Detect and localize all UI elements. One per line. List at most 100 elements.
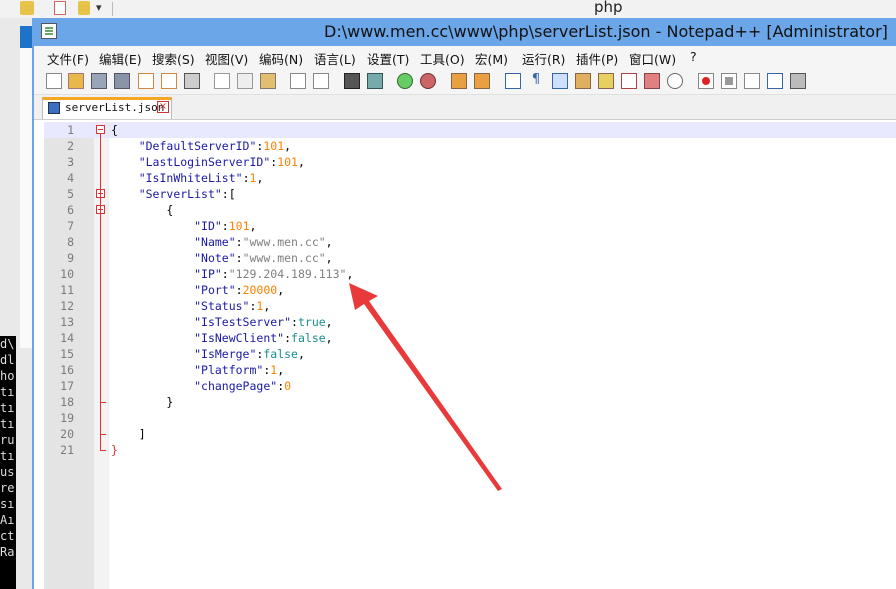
line-number: 18 [60, 395, 74, 409]
code-line[interactable]: 12 "Status":1, [44, 298, 896, 314]
menu-language[interactable]: 语言(L) [314, 49, 356, 68]
code-editor[interactable]: 1{ 2 "DefaultServerID":101, 3 "LastLogin… [44, 122, 896, 589]
chevron-down-icon[interactable]: ▾ [96, 1, 102, 14]
close-icon[interactable]: × [157, 101, 169, 113]
code-text: } [111, 443, 118, 457]
code-text: "IsMerge":false, [194, 347, 305, 361]
copy-icon[interactable] [237, 73, 253, 89]
word-wrap-icon[interactable] [505, 73, 521, 89]
code-line[interactable]: 10 "IP":"129.204.189.113", [44, 266, 896, 282]
code-line[interactable]: 2 "DefaultServerID":101, [44, 138, 896, 154]
folder-icon[interactable] [78, 1, 90, 15]
code-text: "changePage":0 [194, 379, 292, 393]
undo-icon[interactable] [290, 73, 306, 89]
code-line[interactable]: 3 "LastLoginServerID":101, [44, 154, 896, 170]
redo-icon[interactable] [313, 73, 329, 89]
code-text: "DefaultServerID":101, [138, 139, 292, 153]
code-line[interactable]: 7 "ID":101, [44, 218, 896, 234]
background-window-title: php [594, 0, 623, 16]
menu-tools[interactable]: 工具(O) [420, 49, 465, 68]
record-macro-icon[interactable] [698, 73, 714, 89]
menu-search[interactable]: 搜索(S) [152, 49, 195, 68]
user-language-icon[interactable] [575, 73, 591, 89]
code-line[interactable]: 16 "Platform":1, [44, 362, 896, 378]
code-line[interactable]: 17 "changePage":0 [44, 378, 896, 394]
save-macro-icon[interactable] [790, 73, 806, 89]
code-line[interactable]: 18 } [44, 394, 896, 410]
line-number: 16 [60, 363, 74, 377]
menu-file[interactable]: 文件(F) [47, 49, 89, 68]
line-number: 21 [60, 443, 74, 457]
play-macro-icon[interactable] [744, 73, 760, 89]
menu-window[interactable]: 窗口(W) [629, 49, 676, 68]
console-line: tı [0, 385, 15, 399]
code-text: "Port":20000, [194, 283, 285, 297]
console-line: tı [0, 401, 15, 415]
function-list-icon[interactable] [621, 73, 637, 89]
folder-icon[interactable] [20, 1, 34, 15]
stop-macro-icon[interactable] [721, 73, 737, 89]
show-all-chars-icon[interactable]: ¶ [528, 73, 544, 89]
menu-plugins[interactable]: 插件(P) [576, 49, 618, 68]
close-file-icon[interactable] [138, 73, 154, 89]
code-line[interactable]: 11 "Port":20000, [44, 282, 896, 298]
menu-view[interactable]: 视图(V) [205, 49, 248, 68]
line-number: 9 [67, 251, 74, 265]
print-icon[interactable] [184, 73, 200, 89]
zoom-in-icon[interactable] [397, 73, 413, 89]
zoom-out-icon[interactable] [420, 73, 436, 89]
new-file-icon[interactable] [46, 73, 62, 89]
code-text: } [111, 395, 174, 409]
fold-toggle-icon[interactable] [96, 125, 105, 134]
code-line[interactable]: 13 "IsTestServer":true, [44, 314, 896, 330]
replace-icon[interactable] [367, 73, 383, 89]
title-bar[interactable]: D:\www.men.cc\www\php\serverList.json - … [34, 18, 896, 46]
code-text: ] [111, 427, 146, 441]
toolbar: ¶ [34, 68, 896, 95]
console-line: Ra [0, 545, 15, 559]
code-line[interactable]: 1{ [44, 122, 896, 138]
fold-guide-end [100, 434, 106, 435]
open-file-icon[interactable] [68, 73, 84, 89]
code-line[interactable]: 4 "IsInWhiteList":1, [44, 170, 896, 186]
code-line[interactable]: 9 "Note":"www.men.cc", [44, 250, 896, 266]
code-line[interactable]: 5 "ServerList":[ [44, 186, 896, 202]
menu-macro[interactable]: 宏(M) [475, 49, 508, 68]
sync-vertical-icon[interactable] [451, 73, 467, 89]
save-all-icon[interactable] [114, 73, 130, 89]
paste-icon[interactable] [260, 73, 276, 89]
folder-workspace-icon[interactable] [644, 73, 660, 89]
code-line[interactable]: 19 [44, 410, 896, 426]
sync-horizontal-icon[interactable] [474, 73, 490, 89]
run-macro-multiple-icon[interactable] [767, 73, 783, 89]
menu-settings[interactable]: 设置(T) [367, 49, 409, 68]
monitoring-icon[interactable] [667, 73, 683, 89]
notepad-app-icon[interactable] [41, 23, 57, 39]
code-line[interactable]: 6 { [44, 202, 896, 218]
code-line[interactable]: 15 "IsMerge":false, [44, 346, 896, 362]
menu-encoding[interactable]: 编码(N) [259, 49, 303, 68]
code-line[interactable]: 21} [44, 442, 896, 458]
menu-edit[interactable]: 编辑(E) [99, 49, 142, 68]
window-title: D:\www.men.cc\www\php\serverList.json - … [324, 22, 888, 41]
code-text: "Note":"www.men.cc", [194, 251, 333, 265]
menu-help[interactable]: ? [690, 49, 697, 64]
doc-map-icon[interactable] [598, 73, 614, 89]
menu-run[interactable]: 运行(R) [522, 49, 565, 68]
console-line: d\ [0, 337, 15, 351]
code-line[interactable]: 14 "IsNewClient":false, [44, 330, 896, 346]
console-line: ct [0, 529, 15, 543]
code-line[interactable]: 8 "Name":"www.men.cc", [44, 234, 896, 250]
save-icon[interactable] [91, 73, 107, 89]
code-text: "IsTestServer":true, [194, 315, 333, 329]
close-all-icon[interactable] [161, 73, 177, 89]
find-icon[interactable] [344, 73, 360, 89]
code-line[interactable]: 20 ] [44, 426, 896, 442]
line-number: 7 [67, 219, 74, 233]
document-icon[interactable] [54, 1, 66, 15]
cut-icon[interactable] [214, 73, 230, 89]
tab-serverlist-json[interactable]: serverList.json × [42, 97, 172, 119]
code-text: "Platform":1, [194, 363, 285, 377]
line-number: 12 [60, 299, 74, 313]
indent-guide-icon[interactable] [552, 73, 568, 89]
